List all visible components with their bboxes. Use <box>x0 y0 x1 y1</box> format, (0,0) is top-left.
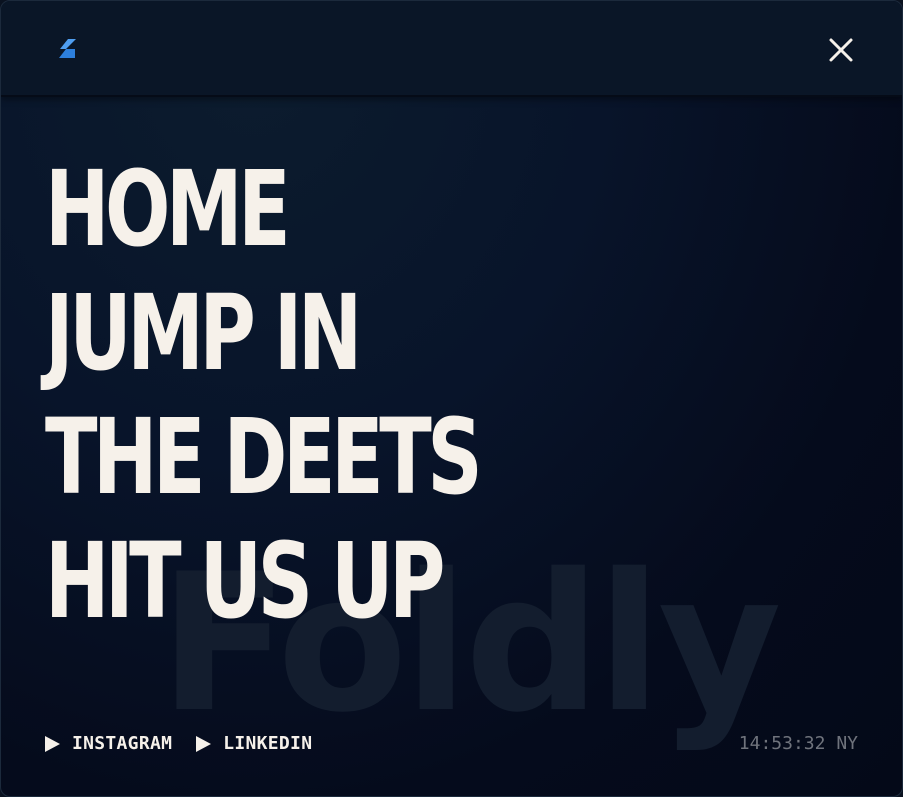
nav-link-the-deets[interactable]: THE DEETS <box>45 401 483 513</box>
play-icon <box>196 735 212 752</box>
menu-item: JUMP IN <box>45 277 631 401</box>
menu-item: THE DEETS <box>45 401 631 525</box>
close-icon[interactable] <box>827 36 855 64</box>
menu-item: HOME <box>45 153 631 277</box>
instagram-link[interactable]: INSTAGRAM <box>45 733 172 754</box>
menu-overlay: Foldly HOME JUMP IN THE DEETS HIT US UP <box>0 0 903 797</box>
local-time-clock: 14:53:32 NY <box>738 733 858 754</box>
foldly-logo-icon[interactable] <box>57 38 77 60</box>
linkedin-label: LINKEDIN <box>223 733 313 754</box>
instagram-label: INSTAGRAM <box>72 733 173 754</box>
linkedin-link[interactable]: LINKEDIN <box>196 733 312 754</box>
top-bar <box>1 1 902 97</box>
play-icon <box>45 735 60 752</box>
nav-link-hit-us-up[interactable]: HIT US UP <box>45 525 445 637</box>
social-links: INSTAGRAM LINKEDIN <box>45 733 312 754</box>
menu-item: HIT US UP <box>45 525 631 649</box>
main-nav-menu: HOME JUMP IN THE DEETS HIT US UP <box>45 153 631 649</box>
nav-link-home[interactable]: HOME <box>45 153 291 265</box>
nav-link-jump-in[interactable]: JUMP IN <box>45 277 362 389</box>
